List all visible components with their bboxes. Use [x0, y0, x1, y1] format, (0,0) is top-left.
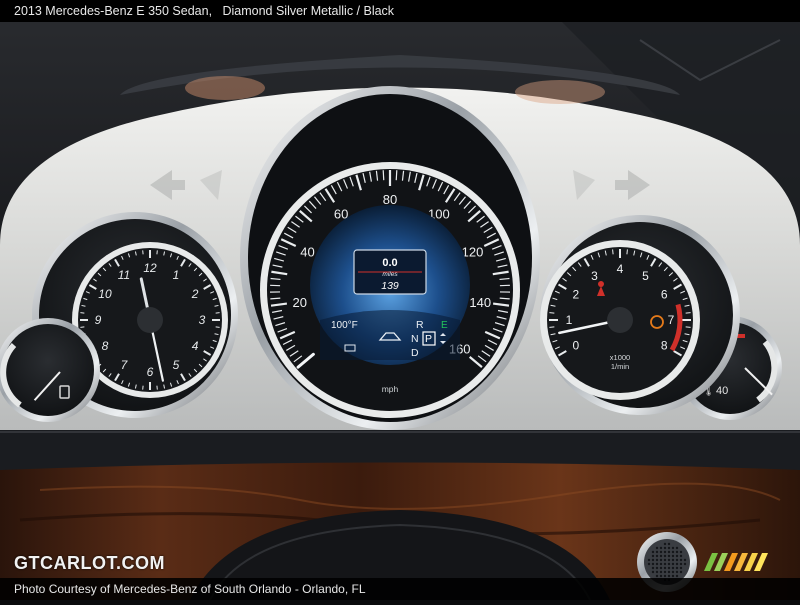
eco-indicator: E: [441, 320, 448, 331]
tach-label-2: 2: [572, 288, 579, 302]
clock-number-1: 1: [173, 268, 180, 282]
multifunction-display: 0.0 miles 139 100°F R N P D E: [310, 205, 470, 365]
clock-number-2: 2: [191, 287, 199, 301]
tach-label-0: 0: [572, 339, 579, 353]
speed-label-80: 80: [383, 192, 397, 207]
gear-r: R: [416, 319, 424, 331]
speed-label-20: 20: [293, 295, 307, 310]
clock-number-6: 6: [147, 365, 154, 379]
photo-credit: Photo Courtesy of Mercedes-Benz of South…: [14, 578, 366, 600]
caption-bar: 2013 Mercedes-Benz E 350 Sedan, Diamond …: [0, 0, 800, 22]
tach-label-8: 8: [661, 339, 668, 353]
tach-label-6: 6: [661, 288, 668, 302]
gtcarlot-logo[interactable]: GTCARLOT.COM: [14, 553, 165, 574]
vehicle-color: Diamond Silver Metallic / Black: [222, 4, 394, 18]
speedometer: 20406080100120140160 mph 0.0 miles 139 1…: [240, 86, 540, 430]
tach-label-1: 1: [566, 313, 573, 327]
clock-number-4: 4: [192, 339, 199, 353]
tach-label-5: 5: [642, 269, 649, 283]
clock-number-9: 9: [95, 313, 102, 327]
speed-unit-label: mph: [382, 384, 399, 394]
clock-number-12: 12: [143, 261, 157, 275]
photo-credit-bar: Photo Courtesy of Mercedes-Benz of South…: [0, 578, 800, 600]
instrument-cluster: 121234567891011 40 🌡 012345678 x1000 1/m…: [0, 0, 800, 600]
dashboard-photo: 121234567891011 40 🌡 012345678 x1000 1/m…: [0, 0, 800, 600]
fuel-gauge: [0, 318, 100, 422]
gear-d: D: [411, 347, 419, 359]
clock-number-11: 11: [118, 268, 130, 282]
speed-label-140: 140: [469, 295, 491, 310]
tach-scale-label: x1000: [610, 353, 630, 362]
trip-distance-unit: miles: [382, 271, 398, 278]
clock-hub: [137, 307, 163, 333]
tachometer: 0 1 23 4 5678 x1000 1/min: [540, 215, 740, 415]
clock-number-3: 3: [199, 313, 206, 327]
trip-distance-value: 0.0: [382, 257, 397, 269]
tach-unit-label: 1/min: [611, 362, 629, 371]
clock-number-5: 5: [173, 358, 180, 372]
tach-label-4: 4: [617, 262, 624, 276]
temp-tick-label: 40: [716, 385, 728, 397]
speed-label-40: 40: [300, 245, 314, 260]
clock-number-10: 10: [98, 287, 112, 301]
tach-label-7: 7: [668, 313, 675, 327]
gear-p: P: [425, 333, 432, 345]
gear-n: N: [411, 333, 419, 345]
vehicle-title: 2013 Mercedes-Benz E 350 Sedan,: [14, 4, 212, 18]
tach-label-3: 3: [591, 269, 598, 283]
clock-number-8: 8: [102, 339, 109, 353]
outside-temperature: 100°F: [331, 320, 358, 331]
odometer-value: 139: [381, 280, 399, 292]
